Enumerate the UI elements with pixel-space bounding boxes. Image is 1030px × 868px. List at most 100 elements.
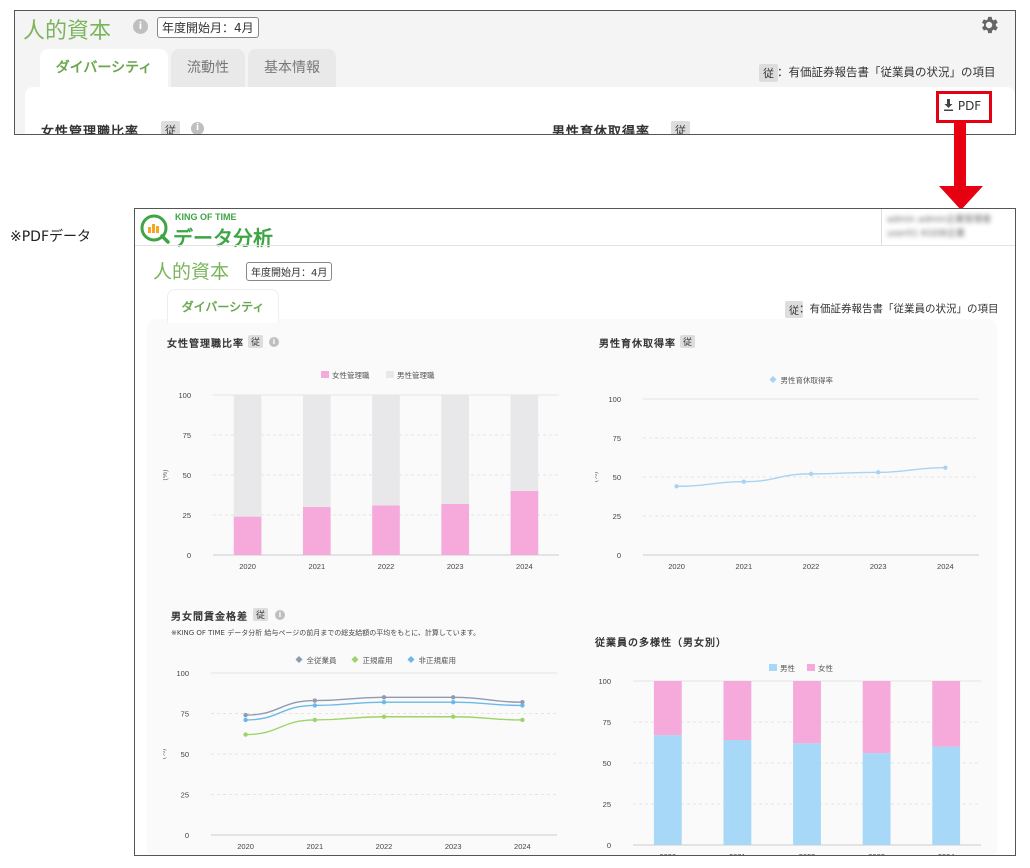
- logo-product: データ分析: [173, 226, 273, 250]
- x-tick-label: 2023: [870, 562, 887, 571]
- pdf-button[interactable]: PDF: [943, 99, 981, 113]
- bar-segment: [653, 681, 682, 736]
- data-point: [381, 695, 387, 700]
- legend-label: 非正規雇用: [419, 655, 457, 665]
- x-tick-label: 2024: [516, 562, 533, 571]
- bar-segment: [862, 681, 891, 754]
- data-point: [876, 470, 881, 475]
- paternity-chart: 男性育休取得率 0 25 50 75 100 (%) 2020 2021 2022 2023 2024: [595, 375, 979, 571]
- user-info: admin admin企業管理者 user01 KGDB企業: [887, 213, 1013, 241]
- ju-badge: 従: [759, 64, 778, 82]
- ju-badge: 従: [680, 335, 696, 348]
- x-tick-label: 2020: [239, 562, 256, 571]
- legend-swatch: [295, 655, 303, 664]
- tab-basic-info[interactable]: 基本情報: [248, 49, 336, 87]
- bar-segment: [932, 746, 961, 845]
- pdf-highlight-box: PDF: [936, 91, 992, 123]
- data-point: [520, 717, 525, 723]
- pdf-button-label: PDF: [957, 99, 982, 113]
- bar-segment: [233, 516, 262, 555]
- x-tick-label: 2021: [735, 562, 752, 571]
- chart3-subtitle: ※KING OF TIME データ分析 給与ページの前月までの総支給額の平均をも…: [171, 629, 481, 637]
- chart3-title: 男女間賃金格差: [171, 612, 248, 623]
- legend-swatch: [351, 655, 359, 664]
- y-tick-label: 75: [613, 434, 621, 443]
- pdf-preview: KING OF TIME データ分析 admin admin企業管理者 user…: [134, 208, 1016, 856]
- x-tick-label: 2022: [799, 852, 816, 855]
- chart2-title: 男性育休取得率: [599, 339, 676, 350]
- bar-segment: [302, 507, 331, 555]
- legend-label: 女性: [818, 663, 833, 673]
- y-tick-label: 0: [607, 841, 611, 850]
- x-tick-label: 2024: [938, 852, 955, 855]
- x-tick-label: 2020: [668, 562, 685, 571]
- gear-icon[interactable]: [978, 14, 1000, 36]
- info-icon[interactable]: i: [191, 122, 204, 134]
- data-point: [741, 479, 746, 484]
- user-id: user01 KGDB企業: [887, 229, 965, 239]
- tab-diversity[interactable]: ダイバーシティ: [40, 49, 168, 87]
- ju-badge: 従: [248, 335, 264, 348]
- bar-segment: [932, 681, 961, 747]
- gender-diversity-chart: 男性女性0255075100(%)20202021202220232024: [598, 663, 981, 855]
- data-point: [381, 714, 387, 719]
- y-tick-label: 75: [603, 718, 611, 727]
- y-tick-label: 0: [187, 551, 191, 560]
- women-managers-chart: 女性管理職 男性管理職 0 25 50 75 100 (%) 2020 2021 2022 2023 2…: [163, 370, 559, 571]
- y-tick-label: 50: [613, 473, 621, 482]
- bar-segment: [302, 395, 331, 507]
- user-name: admin admin企業管理者: [887, 215, 992, 225]
- data-point: [243, 732, 248, 737]
- panel-title-women-managers: 女性管理職比率: [41, 125, 140, 135]
- pdf-page-title: 人的資本: [153, 261, 230, 283]
- data-point: [451, 695, 456, 700]
- data-point: [451, 699, 456, 705]
- x-tick-label: 2024: [514, 842, 531, 851]
- ju-badge: 従: [253, 608, 269, 621]
- y-tick-label: 75: [181, 710, 189, 719]
- x-tick-label: 2021: [306, 842, 323, 851]
- legend-label: 全従業員: [307, 655, 337, 665]
- panel-title-paternity: 男性育休取得率: [552, 125, 651, 135]
- ju-badge: 従: [161, 121, 180, 134]
- data-point: [243, 712, 248, 718]
- fiscal-start-badge: 年度開始月：4月: [157, 17, 259, 38]
- series-line: [245, 716, 523, 736]
- bar-segment: [723, 740, 752, 845]
- tab-mobility[interactable]: 流動性: [171, 49, 245, 87]
- bar-segment: [653, 735, 682, 845]
- bar-segment: [372, 395, 400, 506]
- y-axis-label: (%): [595, 472, 599, 483]
- info-icon: i: [269, 337, 279, 347]
- chart1-title: 女性管理職比率: [167, 339, 244, 350]
- data-point: [520, 703, 525, 708]
- data-point: [312, 703, 317, 708]
- y-tick-label: 25: [613, 512, 621, 521]
- bar-segment: [793, 681, 821, 744]
- info-icon[interactable]: i: [133, 19, 148, 34]
- x-tick-label: 2023: [447, 562, 464, 571]
- download-icon: [944, 99, 953, 111]
- x-tick-label: 2022: [803, 562, 820, 571]
- y-tick-label: 100: [178, 391, 191, 400]
- y-tick-label: 25: [603, 800, 611, 809]
- y-tick-label: 100: [608, 395, 621, 404]
- data-point: [943, 465, 948, 470]
- y-tick-label: 100: [598, 677, 611, 686]
- ju-badge: 従: [671, 121, 690, 134]
- y-tick-label: 50: [603, 759, 611, 768]
- arrow-head-icon: [939, 186, 983, 210]
- x-tick-label: 2022: [378, 562, 395, 571]
- legend-label: 男性育休取得率: [781, 375, 834, 385]
- bar-segment: [441, 503, 470, 555]
- y-tick-label: 0: [617, 551, 621, 560]
- wage-gap-chart: 全従業員 正規雇用 非正規雇用 0 25 50 75 100 (%) 2020 2021 2022 20…: [163, 655, 557, 851]
- y-tick-label: 0: [185, 831, 189, 840]
- y-tick-label: 100: [176, 669, 189, 678]
- legend-swatch: [407, 655, 415, 664]
- pdf-caption: ※PDFデータ: [10, 229, 92, 245]
- y-tick-label: 50: [181, 750, 189, 759]
- legend-swatch: [321, 371, 329, 378]
- legend-label: 女性管理職: [332, 370, 370, 380]
- legend-swatch: [386, 371, 394, 378]
